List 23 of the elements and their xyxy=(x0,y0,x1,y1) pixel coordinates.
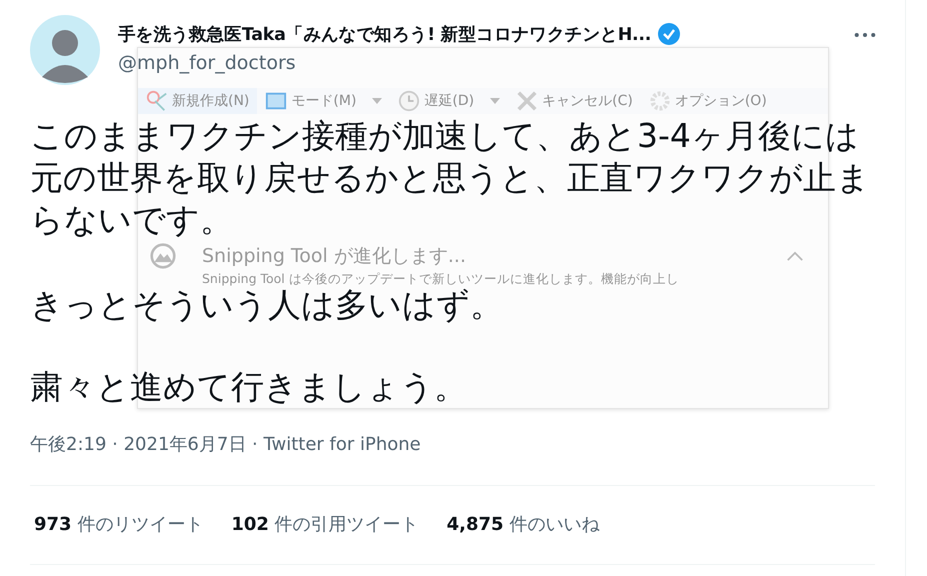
rectangle-icon xyxy=(265,90,288,112)
more-options-icon[interactable] xyxy=(854,32,876,38)
engagement-count-link[interactable]: 973 件のリツイート xyxy=(34,514,204,536)
settings-icon xyxy=(648,90,671,112)
avatar-icon xyxy=(30,15,100,85)
display-name[interactable]: 手を洗う救急医Taka「みんなで知ろう! 新型コロナワクチンとH... xyxy=(118,22,652,46)
close-icon xyxy=(516,90,538,112)
tweet-text: このままワクチン接種が加速して、あと3-4ヶ月後には元の世界を取り戻せるかと思うと、正直ワクワクが止まらないです。 xyxy=(30,115,871,241)
notice-title: Snipping Tool が進化します... xyxy=(202,244,467,268)
tweet-text: きっとそういう人は多いはず。 xyxy=(30,285,504,326)
toolbar-button[interactable]: キャンセル(C) xyxy=(508,88,641,114)
engagement-count-link[interactable]: 102 件の引用ツイート xyxy=(231,514,419,536)
mountain-logo-icon xyxy=(150,243,176,269)
engagement-count-link[interactable]: 4,875 件のいいね xyxy=(446,514,600,536)
toolbar-button[interactable]: 遅延(D) xyxy=(390,88,508,114)
toolbar-button[interactable]: モード(M) xyxy=(257,88,390,114)
caret-icon xyxy=(372,98,382,104)
notice-text: Snipping Tool は今後のアップデートで新しいツールに進化します。機能が向上し xyxy=(202,272,679,286)
toolbar-button[interactable]: オプション(O) xyxy=(640,88,775,114)
tweet-text: 粛々と進めて行きましょう。 xyxy=(30,366,468,408)
user-handle[interactable]: @mph_for_doctors xyxy=(118,52,296,74)
caret-icon xyxy=(490,98,500,104)
tweet-timestamp[interactable]: 午後2:19 · 2021年6月7日 · Twitter for iPhone xyxy=(30,434,421,456)
